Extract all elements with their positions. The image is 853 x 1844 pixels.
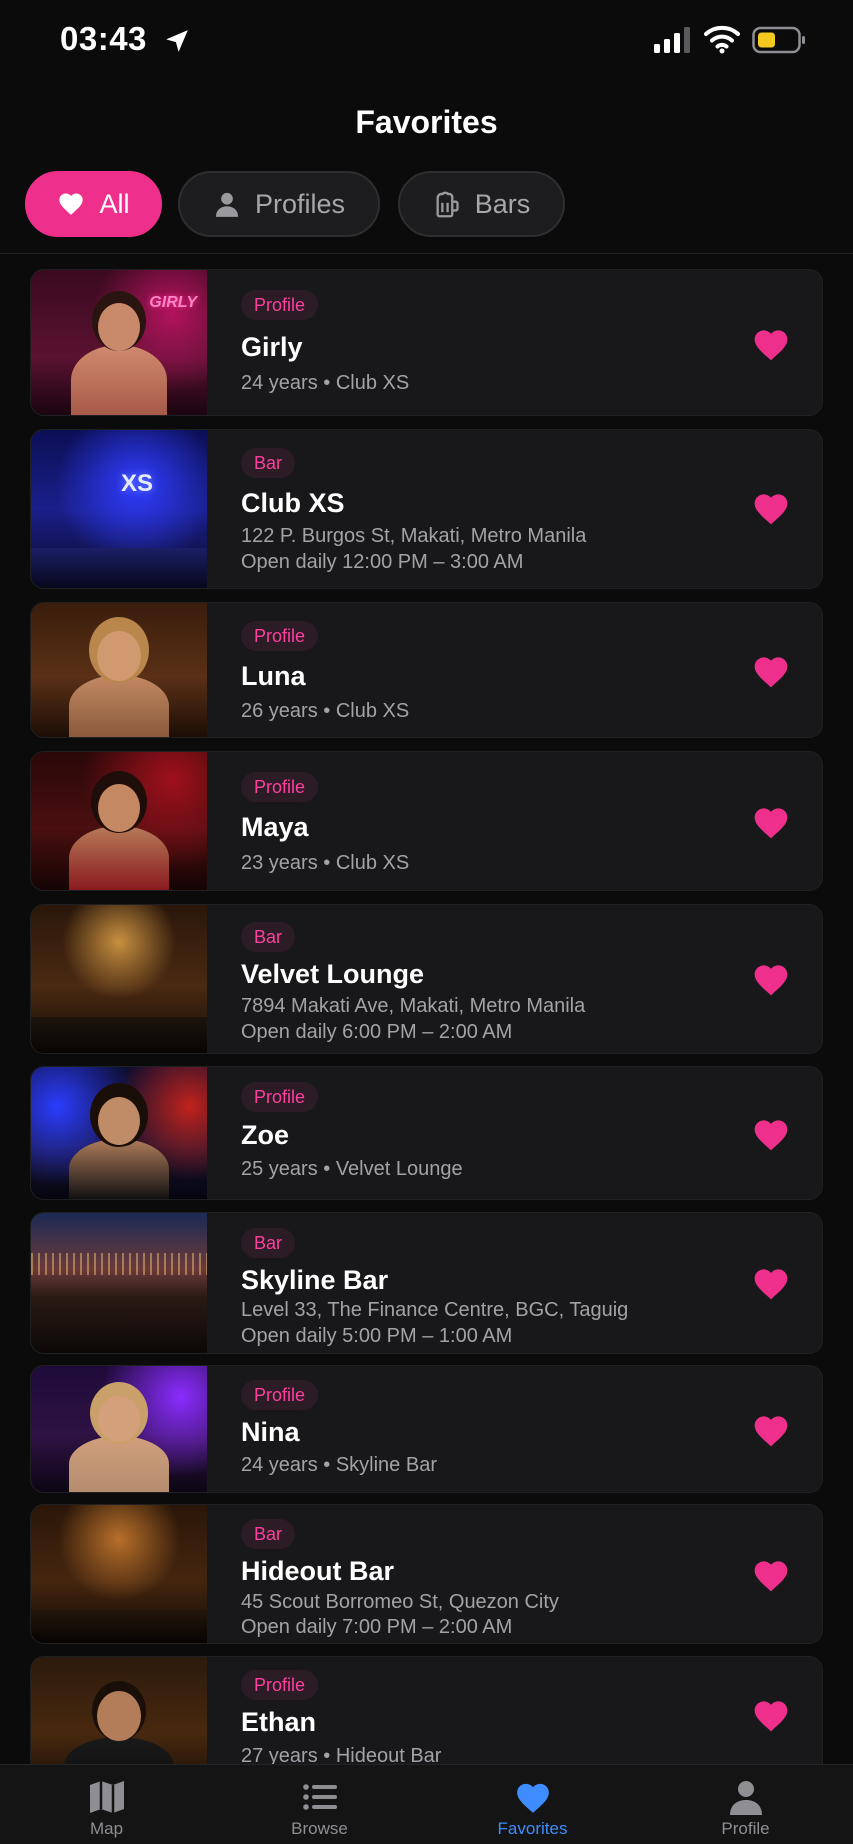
favorite-heart-icon[interactable]	[751, 490, 791, 526]
filter-profiles-label: Profiles	[254, 188, 346, 219]
filter-profiles-chip[interactable]: Profiles	[178, 171, 380, 237]
favorite-name: Velvet Lounge	[241, 959, 425, 989]
bar-photo	[31, 1505, 207, 1643]
favorite-card-maya[interactable]: Profile Maya 23 years • Club XS	[30, 751, 823, 891]
favorite-address: 45 Scout Borromeo St, Quezon City	[241, 1591, 559, 1613]
favorite-heart-icon[interactable]	[751, 1116, 791, 1152]
profile-photo	[31, 603, 207, 737]
tab-favorites-label: Favorites	[497, 1819, 568, 1838]
favorite-card-velvet-lounge[interactable]: Bar Velvet Lounge 7894 Makati Ave, Makat…	[30, 904, 823, 1054]
favorite-heart-icon[interactable]	[751, 1557, 791, 1593]
filter-all-chip[interactable]: All	[25, 171, 162, 237]
bar-photo	[31, 1213, 207, 1353]
type-badge: Profile	[241, 1380, 319, 1410]
profile-photo	[31, 752, 207, 890]
favorite-hours: Open daily 6:00 PM – 2:00 AM	[241, 1021, 513, 1043]
favorite-name: Club XS	[241, 488, 345, 518]
favorite-address: 122 P. Burgos St, Makati, Metro Manila	[241, 525, 587, 547]
page-title: Favorites	[355, 104, 498, 140]
favorite-heart-icon[interactable]	[751, 1265, 791, 1301]
favorite-heart-icon[interactable]	[751, 1412, 791, 1448]
favorite-heart-icon[interactable]	[751, 326, 791, 362]
profile-photo: GIRLY	[31, 270, 207, 415]
status-time: 03:43	[60, 20, 147, 57]
favorite-meta: 25 years • Velvet Lounge	[241, 1158, 463, 1180]
neon-sign: GIRLY	[149, 294, 197, 311]
tab-map[interactable]: Map	[0, 1765, 213, 1844]
tab-favorites[interactable]: Favorites	[426, 1765, 639, 1844]
tab-browse-label: Browse	[291, 1819, 348, 1838]
tab-bar: Map Browse Favorites Profile	[0, 1764, 853, 1844]
favorite-hours: Open daily 7:00 PM – 2:00 AM	[241, 1616, 513, 1638]
favorite-address: Level 33, The Finance Centre, BGC, Tagui…	[241, 1299, 629, 1321]
map-icon	[89, 1781, 124, 1813]
profile-photo	[31, 1067, 207, 1199]
tab-map-label: Map	[89, 1819, 124, 1838]
type-badge: Profile	[241, 772, 319, 802]
favorite-hours: Open daily 5:00 PM – 1:00 AM	[241, 1325, 513, 1347]
favorite-card-skyline-bar[interactable]: Bar Skyline Bar Level 33, The Finance Ce…	[30, 1212, 823, 1354]
bar-sign: XS	[121, 470, 154, 497]
bar-photo	[31, 905, 207, 1053]
favorite-heart-icon[interactable]	[751, 1697, 791, 1733]
favorite-name: Skyline Bar	[241, 1265, 389, 1295]
status-bar: 03:43	[0, 0, 853, 90]
type-badge: Profile	[241, 1670, 319, 1700]
favorite-address: 7894 Makati Ave, Makati, Metro Manila	[241, 995, 586, 1017]
favorite-name: Zoe	[241, 1120, 290, 1150]
favorite-name: Hideout Bar	[241, 1556, 395, 1586]
favorite-name: Luna	[241, 661, 306, 691]
tab-profile-label: Profile	[721, 1819, 770, 1838]
favorite-card-luna[interactable]: Profile Luna 26 years • Club XS	[30, 602, 823, 738]
favorite-card-zoe[interactable]: Profile Zoe 25 years • Velvet Lounge	[30, 1066, 823, 1200]
type-badge: Bar	[241, 448, 296, 478]
favorites-screen: 03:43 Favorites All Profiles Bars GIRLY …	[0, 0, 853, 1844]
favorite-name: Maya	[241, 812, 309, 842]
cellular-signal-icon	[654, 27, 690, 53]
favorite-heart-icon[interactable]	[751, 653, 791, 689]
favorite-meta: 26 years • Club XS	[241, 700, 410, 722]
bar-photo: XS	[31, 430, 207, 588]
favorite-card-girly[interactable]: GIRLY Profile Girly 24 years • Club XS	[30, 269, 823, 416]
type-badge: Bar	[241, 1519, 296, 1549]
favorite-heart-icon[interactable]	[751, 961, 791, 997]
favorite-card-nina[interactable]: Profile Nina 24 years • Skyline Bar	[30, 1365, 823, 1493]
favorite-card-club-xs[interactable]: XS Bar Club XS 122 P. Burgos St, Makati,…	[30, 429, 823, 589]
filter-all-label: All	[99, 188, 130, 219]
filter-bars-label: Bars	[474, 188, 531, 219]
tab-profile[interactable]: Profile	[639, 1765, 852, 1844]
favorite-name: Ethan	[241, 1707, 317, 1737]
favorite-name: Girly	[241, 332, 303, 362]
heart-icon	[516, 1783, 549, 1813]
profile-photo	[31, 1366, 207, 1492]
type-badge: Bar	[241, 922, 296, 952]
type-badge: Profile	[241, 621, 319, 651]
tab-browse[interactable]: Browse	[213, 1765, 426, 1844]
favorite-name: Nina	[241, 1417, 300, 1447]
favorite-meta: 23 years • Club XS	[241, 852, 410, 874]
type-badge: Profile	[241, 290, 319, 320]
favorite-heart-icon[interactable]	[751, 804, 791, 840]
favorite-hours: Open daily 12:00 PM – 3:00 AM	[241, 551, 524, 573]
type-badge: Bar	[241, 1228, 296, 1258]
wifi-icon	[704, 25, 740, 54]
filter-bars-chip[interactable]: Bars	[398, 171, 565, 237]
battery-icon	[752, 26, 805, 54]
favorite-meta: 24 years • Skyline Bar	[241, 1454, 437, 1476]
header-divider	[0, 253, 853, 254]
heart-icon	[59, 193, 84, 215]
favorite-card-hideout-bar[interactable]: Bar Hideout Bar 45 Scout Borromeo St, Qu…	[30, 1504, 823, 1644]
person-icon	[729, 1781, 762, 1815]
list-icon	[302, 1784, 337, 1810]
type-badge: Profile	[241, 1082, 319, 1112]
person-icon	[215, 192, 239, 217]
beer-mug-icon	[436, 191, 459, 218]
favorite-meta: 24 years • Club XS	[241, 372, 410, 394]
location-arrow-icon	[166, 30, 188, 52]
